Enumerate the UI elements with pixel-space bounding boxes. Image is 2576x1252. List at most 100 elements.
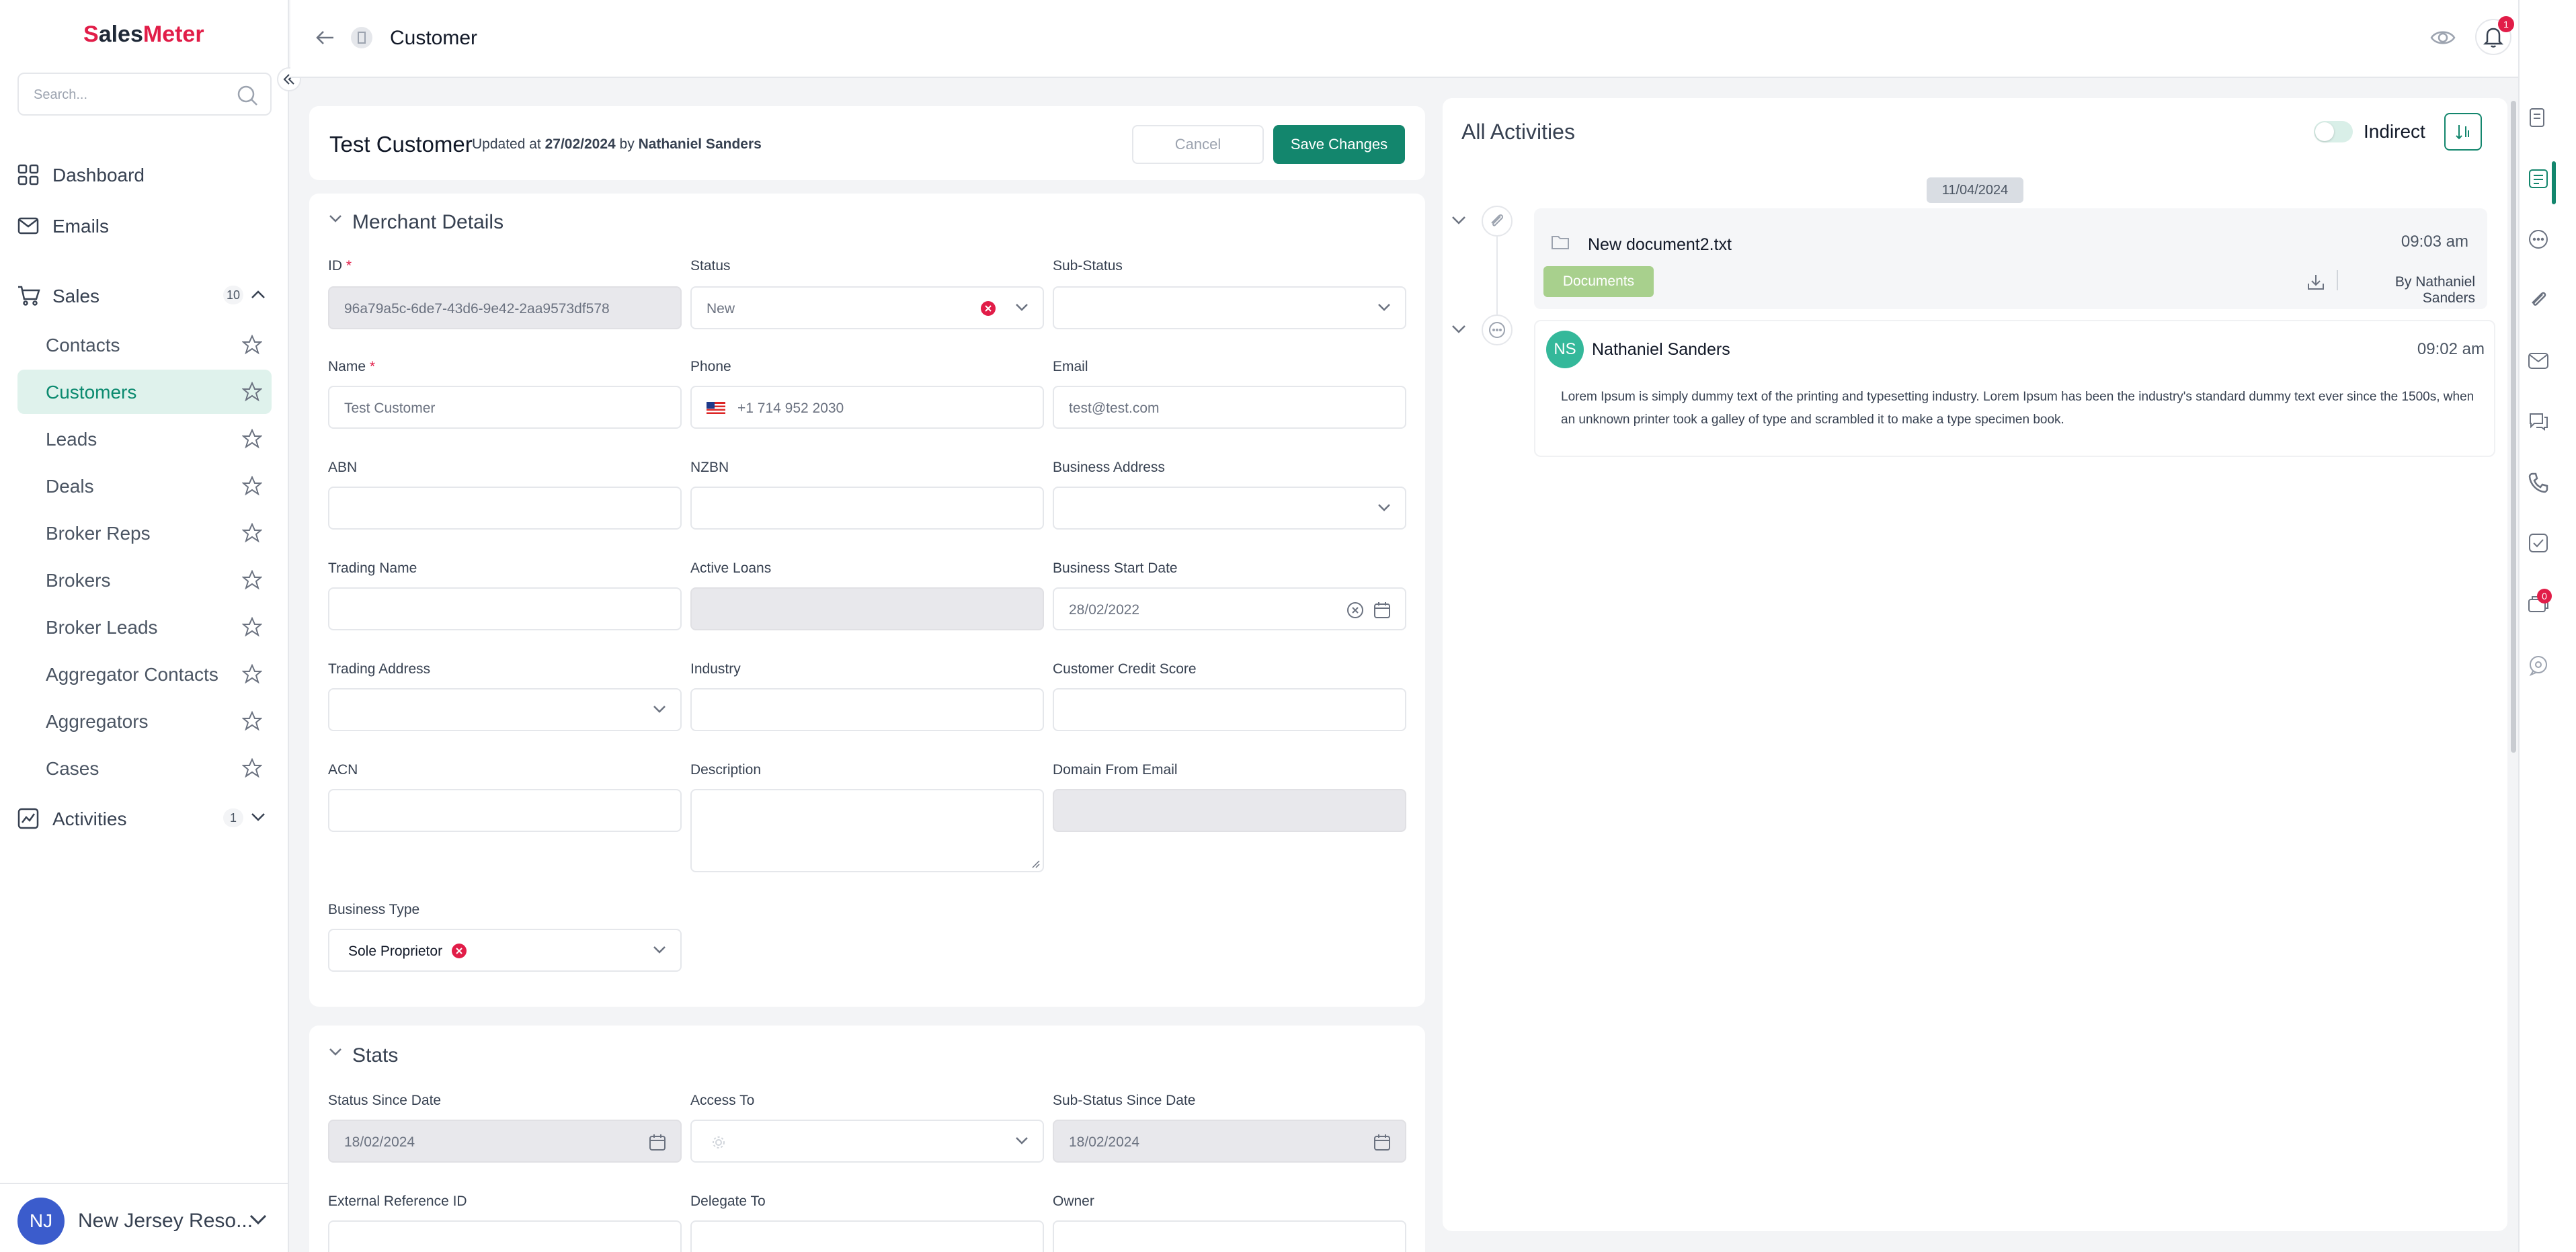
sidebar-item-leads[interactable]: Leads bbox=[17, 417, 272, 461]
app-logo[interactable]: SalesMeter bbox=[83, 22, 204, 48]
sidebar-item-cases[interactable]: Cases bbox=[17, 746, 272, 790]
sidebar-item-aggregator-contacts[interactable]: Aggregator Contacts bbox=[17, 652, 272, 696]
chevron-down-icon[interactable] bbox=[328, 1047, 343, 1058]
chevron-down-icon[interactable] bbox=[250, 812, 266, 823]
paperclip-icon[interactable] bbox=[2526, 288, 2550, 312]
user-menu[interactable]: NJ New Jersey Reso... bbox=[0, 1183, 289, 1252]
business-start-date-value: 28/02/2022 bbox=[1069, 602, 1140, 618]
star-icon[interactable] bbox=[242, 664, 262, 684]
download-icon[interactable] bbox=[2306, 273, 2326, 292]
chevron-down-icon[interactable] bbox=[328, 214, 343, 224]
eye-icon[interactable] bbox=[2429, 24, 2456, 51]
access-to-select[interactable] bbox=[690, 1120, 1044, 1163]
name-field[interactable]: Test Customer bbox=[328, 386, 682, 429]
owner-field[interactable] bbox=[1053, 1220, 1406, 1252]
star-icon[interactable] bbox=[242, 617, 262, 637]
sidebar-item-customers[interactable]: Customers bbox=[17, 370, 272, 414]
chevron-down-icon[interactable] bbox=[249, 1214, 268, 1226]
customer-credit-score-field[interactable] bbox=[1053, 688, 1406, 731]
trading-address-select[interactable] bbox=[328, 688, 682, 731]
back-arrow-icon[interactable] bbox=[313, 26, 337, 50]
scrollbar-thumb[interactable] bbox=[2511, 101, 2516, 753]
star-icon[interactable] bbox=[242, 711, 262, 731]
sub-status-since-date-label: Sub-Status Since Date bbox=[1053, 1093, 1196, 1108]
calendar-icon[interactable] bbox=[1373, 601, 1392, 620]
description-label: Description bbox=[690, 762, 762, 778]
chat-bubble-icon[interactable] bbox=[2526, 653, 2550, 677]
activity-item[interactable]: NS Nathaniel Sanders 09:02 am Lorem Ipsu… bbox=[1534, 320, 2495, 457]
delegate-to-label: Delegate To bbox=[690, 1194, 766, 1209]
sidebar-item-activities[interactable]: Activities 1 bbox=[17, 796, 272, 840]
updated-meta: Updated at 27/02/2024 by Nathaniel Sande… bbox=[472, 136, 762, 153]
cancel-button[interactable]: Cancel bbox=[1132, 125, 1264, 164]
sidebar-item-sales[interactable]: Sales 10 bbox=[17, 273, 272, 317]
sidebar-item-contacts[interactable]: Contacts bbox=[17, 323, 272, 367]
chevron-up-icon[interactable] bbox=[250, 289, 266, 300]
sidebar-item-aggregators[interactable]: Aggregators bbox=[17, 699, 272, 743]
sidebar-item-label: Activities bbox=[52, 808, 127, 829]
business-address-select[interactable] bbox=[1053, 487, 1406, 530]
chevron-down-icon bbox=[1377, 302, 1392, 313]
clear-icon[interactable] bbox=[981, 301, 996, 316]
star-icon[interactable] bbox=[242, 429, 262, 449]
trading-name-field[interactable] bbox=[328, 587, 682, 630]
messages-icon[interactable] bbox=[2526, 409, 2550, 433]
chevron-down-icon bbox=[652, 704, 667, 715]
save-changes-button[interactable]: Save Changes bbox=[1273, 125, 1405, 164]
paperclip-icon bbox=[1482, 206, 1513, 237]
clear-icon[interactable] bbox=[452, 944, 467, 958]
star-icon[interactable] bbox=[242, 382, 262, 402]
clear-circle-icon[interactable] bbox=[1346, 601, 1365, 620]
chevron-down-icon[interactable] bbox=[1451, 324, 1467, 335]
acn-field[interactable] bbox=[328, 789, 682, 832]
domain-from-email-field bbox=[1053, 789, 1406, 832]
description-textarea[interactable] bbox=[690, 789, 1044, 872]
phone-icon[interactable] bbox=[2526, 470, 2550, 495]
chevron-down-icon[interactable] bbox=[1451, 215, 1467, 226]
chat-icon[interactable] bbox=[2526, 227, 2550, 251]
phone-field[interactable]: +1 714 952 2030 bbox=[690, 386, 1044, 429]
sidebar-item-label: Emails bbox=[52, 216, 110, 237]
indirect-toggle[interactable] bbox=[2314, 121, 2353, 142]
star-icon[interactable] bbox=[242, 570, 262, 590]
user-name: New Jersey Reso... bbox=[78, 1210, 253, 1232]
business-type-select[interactable]: Sole Proprietor bbox=[328, 929, 682, 972]
calendar-icon bbox=[1373, 1133, 1392, 1152]
abn-field[interactable] bbox=[328, 487, 682, 530]
sidebar-item-emails[interactable]: Emails bbox=[17, 203, 272, 247]
updated-date: 27/02/2024 bbox=[545, 136, 616, 152]
business-start-date-field[interactable]: 28/02/2022 bbox=[1053, 587, 1406, 630]
star-icon[interactable] bbox=[242, 758, 262, 778]
email-field[interactable]: test@test.com bbox=[1053, 386, 1406, 429]
activity-list-icon[interactable] bbox=[2526, 167, 2550, 191]
updated-by-word: by bbox=[619, 136, 635, 152]
delegate-to-field[interactable] bbox=[690, 1220, 1044, 1252]
notes-icon[interactable] bbox=[2526, 105, 2550, 129]
sort-icon bbox=[2456, 125, 2469, 140]
cart-icon bbox=[17, 285, 40, 306]
sort-button[interactable] bbox=[2444, 113, 2482, 151]
id-label: ID * bbox=[328, 258, 352, 274]
rail-active-indicator bbox=[2552, 161, 2556, 204]
star-icon[interactable] bbox=[242, 476, 262, 496]
nzbn-field[interactable] bbox=[690, 487, 1044, 530]
sidebar-item-deals[interactable]: Deals bbox=[17, 464, 272, 508]
sidebar-item-broker-leads[interactable]: Broker Leads bbox=[17, 605, 272, 649]
star-icon[interactable] bbox=[242, 335, 262, 355]
industry-field[interactable] bbox=[690, 688, 1044, 731]
task-check-icon[interactable] bbox=[2526, 531, 2550, 555]
status-select[interactable]: New bbox=[690, 286, 1044, 329]
section-title: Stats bbox=[352, 1044, 399, 1067]
sidebar-item-dashboard[interactable]: Dashboard bbox=[17, 152, 272, 196]
resize-handle-icon[interactable] bbox=[1029, 858, 1040, 868]
us-flag-icon[interactable] bbox=[707, 402, 725, 414]
scrollbar-track[interactable] bbox=[2510, 101, 2517, 1230]
activity-item[interactable]: New document2.txt 09:03 am Documents By … bbox=[1534, 208, 2487, 309]
mail-icon[interactable] bbox=[2526, 348, 2550, 372]
star-icon[interactable] bbox=[242, 523, 262, 543]
sidebar-item-brokers[interactable]: Brokers bbox=[17, 558, 272, 602]
external-reference-id-field[interactable] bbox=[328, 1220, 682, 1252]
sidebar-item-broker-reps[interactable]: Broker Reps bbox=[17, 511, 272, 555]
sub-status-select[interactable] bbox=[1053, 286, 1406, 329]
search-input[interactable]: Search... bbox=[17, 73, 272, 116]
